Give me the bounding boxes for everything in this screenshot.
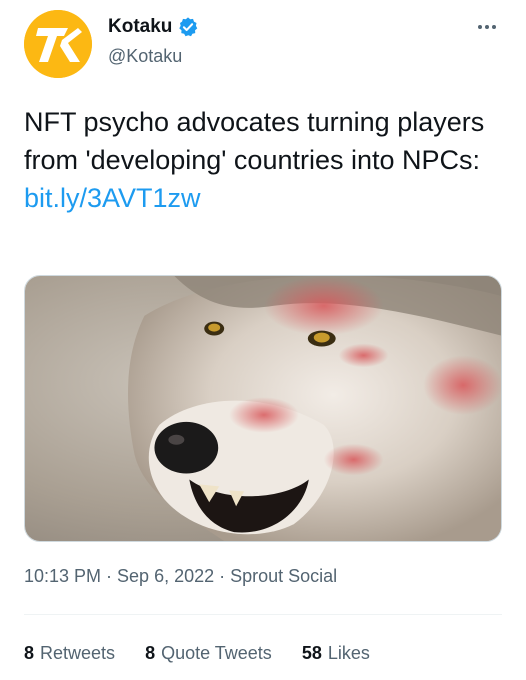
tweet-body: NFT psycho advocates turning players fro… bbox=[24, 107, 485, 175]
display-name[interactable]: Kotaku bbox=[108, 16, 172, 38]
wolf-photo bbox=[25, 276, 501, 541]
handle[interactable]: @Kotaku bbox=[108, 46, 182, 67]
likes-count: 58 bbox=[301, 643, 322, 663]
kotaku-logo-icon bbox=[24, 10, 92, 78]
retweets-stat[interactable]: 8 Retweets bbox=[24, 643, 115, 664]
tweet-link[interactable]: bit.ly/3AVT1zw bbox=[24, 179, 494, 217]
engagement-stats: 8 Retweets 8 Quote Tweets 58 Likes bbox=[24, 643, 400, 664]
tweet-text: NFT psycho advocates turning players fro… bbox=[24, 103, 494, 217]
tweet-card: Kotaku @Kotaku NFT psycho advocates turn… bbox=[0, 0, 526, 680]
name-row: Kotaku bbox=[108, 16, 199, 38]
retweets-count: 8 bbox=[24, 643, 35, 663]
verified-badge-icon bbox=[177, 16, 199, 38]
quote-tweets-stat[interactable]: 8 Quote Tweets bbox=[145, 643, 272, 664]
likes-stat[interactable]: 58 Likes bbox=[302, 643, 370, 664]
media-image[interactable] bbox=[24, 275, 502, 542]
more-horizontal-icon[interactable] bbox=[472, 12, 502, 42]
avatar[interactable] bbox=[24, 10, 92, 78]
divider bbox=[24, 614, 502, 615]
tweet-timestamp[interactable]: 10:13 PM · Sep 6, 2022 · Sprout Social bbox=[24, 566, 337, 587]
quote-tweets-label: Quote Tweets bbox=[161, 643, 272, 663]
quote-tweets-count: 8 bbox=[145, 643, 156, 663]
likes-label: Likes bbox=[327, 643, 370, 663]
retweets-label: Retweets bbox=[40, 643, 116, 663]
